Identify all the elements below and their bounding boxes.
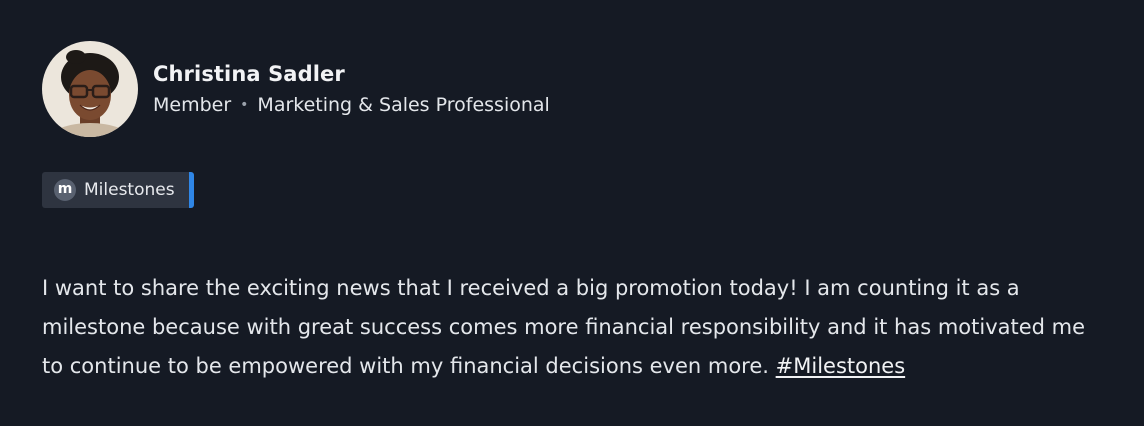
hashtag-link[interactable]: #Milestones [776, 354, 906, 378]
author-name[interactable]: Christina Sadler [153, 61, 550, 87]
avatar[interactable] [42, 41, 138, 137]
author-title: Marketing & Sales Professional [257, 94, 550, 116]
avatar-photo-icon [42, 41, 138, 137]
tag-label: Milestones [84, 180, 175, 200]
author-meta: Member • Marketing & Sales Professional [153, 93, 550, 117]
author-info: Christina Sadler Member • Marketing & Sa… [153, 61, 550, 117]
post-body: I want to share the exciting news that I… [42, 269, 1112, 386]
milestones-tag[interactable]: m Milestones [42, 172, 194, 208]
meta-separator: • [240, 97, 249, 113]
post-card: Christina Sadler Member • Marketing & Sa… [0, 0, 1144, 426]
tag-icon-letter: m [57, 181, 73, 197]
post-text: I want to share the exciting news that I… [42, 276, 1086, 378]
author-role: Member [153, 94, 232, 116]
post-author: Christina Sadler Member • Marketing & Sa… [42, 41, 550, 137]
milestones-logo-icon: m [54, 179, 76, 201]
